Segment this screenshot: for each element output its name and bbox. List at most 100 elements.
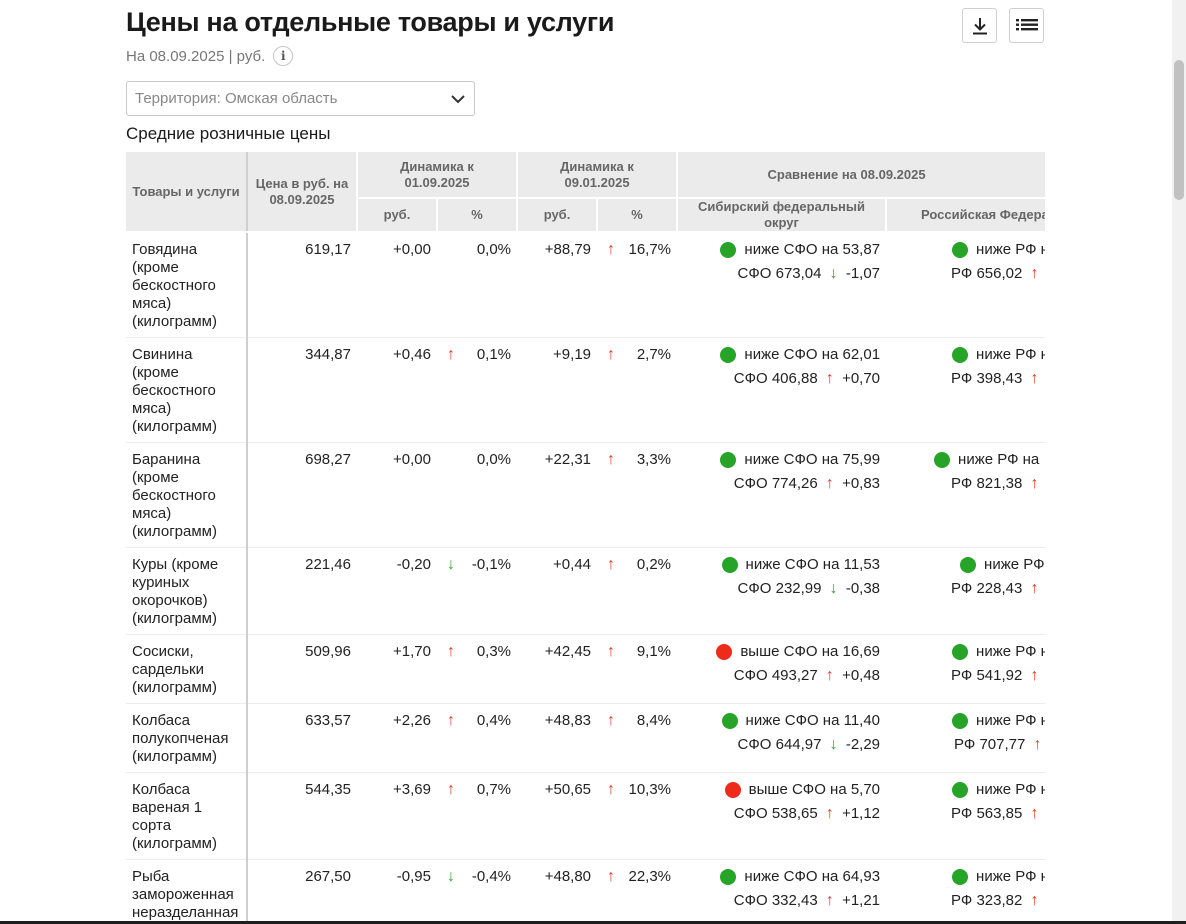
dyn2-pct: ↑ 22,3%	[597, 859, 678, 924]
header-goods: Товары и услуги	[126, 152, 248, 233]
prices-table-container[interactable]: Товары и услуги Цена в руб. на 08.09.202…	[126, 152, 1045, 924]
status-dot-icon	[721, 557, 738, 573]
arrow-up-icon: ↑	[607, 643, 616, 660]
header-price: Цена в руб. на 08.09.2025	[247, 152, 358, 233]
status-dot-icon	[720, 347, 737, 363]
dyn2-pct: ↑ 10,3%	[597, 772, 678, 860]
scrollbar-thumb[interactable]	[1174, 60, 1184, 200]
download-button[interactable]	[962, 8, 997, 43]
header-dyn1-rub: руб.	[357, 198, 438, 233]
status-dot-icon	[720, 452, 737, 468]
sfo-delta: -1,07	[845, 265, 881, 282]
rf-value: РФ 707,77	[954, 736, 1026, 753]
list-view-button[interactable]	[1009, 8, 1044, 43]
status-dot-icon	[720, 869, 737, 885]
section-title: Средние розничные цены	[126, 124, 331, 143]
arrow-up-icon: ↑	[1030, 370, 1039, 387]
table-row: Говядина (кроме бескостного мяса) (килог…	[126, 232, 1045, 338]
arrow-up-icon: ↑	[1030, 265, 1039, 282]
sfo-delta: +0,70	[842, 370, 881, 387]
table-row: Колбаса полукопченая (килограмм) 633,57 +2…	[126, 703, 1045, 773]
arrow-up-icon: ↑	[607, 712, 616, 729]
sfo-value: СФО 774,26	[733, 475, 818, 492]
page-subtitle: На 08.09.2025 | руб. i	[126, 46, 294, 66]
sfo-value: СФО 493,27	[733, 667, 818, 684]
table-row: Куры (кроме куриных окорочков) (килограм…	[126, 547, 1045, 635]
arrow-up-icon: ↑	[607, 781, 616, 798]
arrow-down-icon: ↓	[447, 556, 455, 573]
arrow-up-icon: ↑	[1030, 580, 1039, 597]
compare-sfo: ниже СФО на 75,99 СФО 774,26 ↑ +0,83	[677, 442, 887, 548]
arrow-up-icon: ↑	[607, 241, 616, 258]
compare-sfo: ниже СФО на 11,40 СФО 644,97 ↓ -2,29	[677, 703, 887, 773]
status-dot-icon	[952, 347, 969, 363]
table-row: Рыба замороженная неразделанная (килогра…	[126, 859, 1045, 924]
sfo-delta: +1,21	[842, 892, 881, 909]
rf-comparison-text: ниже РФ на	[976, 868, 1045, 885]
arrow-up-icon: ↑	[825, 667, 834, 684]
arrow-down-icon: ↓	[829, 736, 838, 753]
sfo-value: СФО 406,88	[733, 370, 818, 387]
sfo-delta: -0,38	[845, 580, 881, 597]
rf-value: РФ 398,43	[951, 370, 1023, 387]
dyn1-pct: 0,0%	[437, 442, 518, 548]
rf-value: РФ 228,43	[951, 580, 1023, 597]
price-value: 544,35	[247, 772, 357, 860]
status-dot-icon	[934, 452, 951, 468]
arrow-up-icon: ↑	[825, 892, 834, 909]
header-rf: Российская Федерация	[886, 198, 1045, 233]
arrow-up-icon: ↑	[825, 370, 834, 387]
page-title: Цены на отдельные товары и услуги	[126, 7, 615, 37]
price-value: 619,17	[247, 232, 357, 338]
dyn1-rub: -0,95	[357, 859, 437, 924]
status-dot-icon	[720, 242, 737, 258]
status-dot-icon	[721, 713, 738, 729]
info-icon[interactable]: i	[273, 46, 294, 66]
status-dot-icon	[960, 557, 977, 573]
dyn2-rub: +88,79	[517, 232, 598, 338]
dyn1-pct: 0,0%	[437, 232, 518, 338]
sfo-delta: +0,83	[842, 475, 881, 492]
page-scrollbar[interactable]	[1172, 0, 1186, 924]
arrow-up-icon: ↑	[1030, 667, 1039, 684]
table-row: Свинина (кроме бескостного мяса) (килогр…	[126, 337, 1045, 443]
sfo-delta: -2,29	[845, 736, 881, 753]
arrow-up-icon: ↑	[447, 781, 455, 798]
price-value: 344,87	[247, 337, 357, 443]
rf-value: РФ 563,85	[951, 805, 1023, 822]
status-dot-icon	[724, 782, 741, 798]
header-dyn2-pct: %	[597, 198, 679, 233]
arrow-up-icon: ↑	[825, 475, 834, 492]
sfo-value: СФО 332,43	[733, 892, 818, 909]
territory-select-value: Территория: Омская область	[135, 90, 338, 107]
dyn1-rub: +0,46	[357, 337, 437, 443]
compare-rf: ниже РФ на РФ 707,77 ↑	[886, 703, 1045, 773]
status-dot-icon	[952, 713, 969, 729]
dyn1-pct: ↑ 0,4%	[437, 703, 518, 773]
arrow-up-icon: ↑	[1030, 892, 1039, 909]
dyn2-pct: ↑ 8,4%	[597, 703, 678, 773]
dyn2-rub: +9,19	[517, 337, 598, 443]
sfo-delta: +1,12	[842, 805, 881, 822]
sfo-delta: +0,48	[842, 667, 881, 684]
date-currency-label: На 08.09.2025 | руб.	[126, 47, 266, 65]
dyn2-rub: +48,80	[517, 859, 598, 924]
download-icon	[972, 17, 987, 34]
dyn1-rub: +0,00	[357, 232, 437, 338]
goods-name: Говядина (кроме бескостного мяса) (килог…	[126, 232, 248, 338]
rf-comparison-text: ниже РФ на	[976, 643, 1045, 660]
rf-comparison-text: ниже РФ на	[976, 781, 1045, 798]
rf-comparison-text: ниже РФ на	[976, 346, 1045, 363]
sfo-comparison-text: выше СФО на 5,70	[748, 781, 881, 798]
rf-value: РФ 656,02	[951, 265, 1023, 282]
dyn2-pct: ↑ 0,2%	[597, 547, 678, 635]
status-dot-icon	[952, 782, 969, 798]
arrow-up-icon: ↑	[607, 868, 616, 885]
territory-select[interactable]: Территория: Омская область	[126, 81, 475, 116]
arrow-down-icon: ↓	[447, 868, 455, 885]
dyn2-rub: +48,83	[517, 703, 598, 773]
compare-rf: ниже РФ на РФ 563,85 ↑	[886, 772, 1045, 860]
sfo-comparison-text: ниже СФО на 11,53	[745, 556, 881, 573]
goods-name: Баранина (кроме бескостного мяса) (килог…	[126, 442, 248, 548]
arrow-down-icon: ↓	[829, 265, 838, 282]
